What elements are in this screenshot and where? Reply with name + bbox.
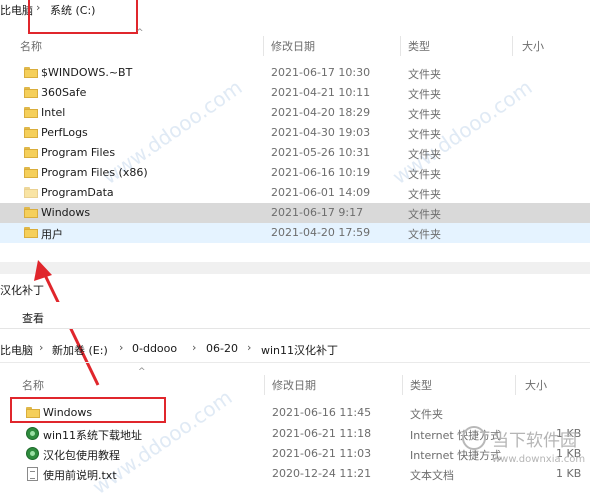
file-type: 文件夹 (408, 228, 441, 241)
column-header-date[interactable]: 修改日期 (272, 377, 316, 393)
file-row[interactable]: ProgramData 2021-06-01 14:09 文件夹 (0, 183, 590, 203)
sort-ascending-icon: ^ (138, 367, 146, 377)
file-name: Intel (41, 106, 66, 119)
folder-icon (24, 187, 38, 198)
column-divider (400, 36, 401, 56)
breadcrumb-folder[interactable]: 0-ddooo (132, 342, 177, 355)
column-header-name[interactable]: 名称 (20, 38, 42, 54)
file-date: 2021-06-21 11:18 (272, 427, 372, 440)
folder-icon (24, 147, 38, 158)
internet-shortcut-icon (26, 427, 39, 440)
internet-shortcut-icon (26, 447, 39, 460)
file-type: 文本文档 (410, 469, 454, 482)
column-divider (512, 36, 513, 56)
watermark-logo: 当下软件园 www.downxia.com (462, 424, 588, 472)
watermark-logo-icon (462, 426, 486, 450)
folder-icon (24, 87, 38, 98)
file-row-hover[interactable]: 用户 2021-04-20 17:59 文件夹 (0, 223, 590, 243)
folder-icon (24, 107, 38, 118)
file-type: 文件夹 (408, 148, 441, 161)
file-type: 文件夹 (408, 168, 441, 181)
file-date: 2021-04-20 18:29 (271, 106, 371, 119)
column-header-type[interactable]: 类型 (410, 377, 432, 393)
watermark-site-name: 当下软件园 (492, 431, 577, 451)
file-type: 文件夹 (410, 408, 443, 421)
file-date: 2021-04-30 19:03 (271, 126, 371, 139)
folder-icon (24, 207, 38, 218)
file-row[interactable]: $WINDOWS.~BT 2021-06-17 10:30 文件夹 (0, 63, 590, 83)
file-type: 文件夹 (408, 88, 441, 101)
file-date: 2020-12-24 11:21 (272, 467, 372, 480)
text-file-icon (27, 467, 38, 481)
column-header-date[interactable]: 修改日期 (271, 38, 315, 54)
chevron-right-icon: › (192, 341, 197, 354)
file-name: ProgramData (41, 186, 114, 199)
file-name: Windows (41, 206, 91, 219)
file-date: 2021-06-21 11:03 (272, 447, 372, 460)
bottom-column-header: ^ 名称 修改日期 类型 大小 (0, 367, 590, 395)
file-row[interactable]: Program Files 2021-05-26 10:31 文件夹 (0, 143, 590, 163)
bottom-address-bar[interactable]: 比电脑 › 新加卷 (E:) › 0-ddooo › 06-20 › win11… (0, 338, 590, 363)
file-name: PerfLogs (41, 126, 88, 139)
file-row[interactable]: 360Safe 2021-04-21 10:11 文件夹 (0, 83, 590, 103)
file-date: 2021-04-21 10:11 (271, 86, 371, 99)
folder-icon (24, 127, 38, 138)
annotation-box-windows-folder (10, 397, 166, 423)
top-column-header: ^ 名称 修改日期 类型 大小 (0, 28, 590, 56)
bottom-ribbon: 查看 (0, 302, 590, 329)
watermark-url: www.downxia.com (492, 454, 586, 465)
file-name: 用户 (41, 228, 63, 241)
column-header-name[interactable]: 名称 (22, 377, 44, 393)
file-date: 2021-06-16 10:19 (271, 166, 371, 179)
file-date: 2021-06-01 14:09 (271, 186, 371, 199)
file-date: 2021-05-26 10:31 (271, 146, 371, 159)
chevron-right-icon: › (247, 341, 252, 354)
file-date: 2021-04-20 17:59 (271, 226, 371, 239)
file-name: Program Files (x86) (41, 166, 148, 179)
folder-icon (24, 167, 38, 178)
file-name: $WINDOWS.~BT (41, 66, 133, 79)
ribbon-tab-view[interactable]: 查看 (22, 310, 44, 326)
column-divider (515, 375, 516, 395)
breadcrumb-folder[interactable]: 06-20 (206, 342, 238, 355)
file-name: 汉化包使用教程 (43, 449, 120, 462)
breadcrumb-this-pc[interactable]: 比电脑 (0, 342, 33, 358)
file-name: 使用前说明.txt (43, 469, 117, 482)
file-date: 2021-06-16 11:45 (272, 406, 372, 419)
folder-icon (24, 227, 38, 238)
file-row[interactable]: Intel 2021-04-20 18:29 文件夹 (0, 103, 590, 123)
file-name: win11系统下载地址 (43, 429, 143, 442)
sort-ascending-icon: ^ (136, 28, 144, 38)
annotation-box-c-drive (28, 0, 138, 34)
chevron-right-icon: › (119, 341, 124, 354)
file-row[interactable]: PerfLogs 2021-04-30 19:03 文件夹 (0, 123, 590, 143)
file-row-selected[interactable]: Windows 2021-06-17 9:17 文件夹 (0, 203, 590, 223)
chevron-right-icon: › (39, 341, 44, 354)
column-divider (263, 36, 264, 56)
folder-icon (24, 67, 38, 78)
file-type: 文件夹 (408, 128, 441, 141)
file-name: Program Files (41, 146, 116, 159)
column-divider (402, 375, 403, 395)
bottom-window-title: 汉化补丁 (0, 284, 44, 297)
file-type: 文件夹 (408, 208, 441, 221)
file-name: 360Safe (41, 86, 87, 99)
column-divider (264, 375, 265, 395)
column-header-size[interactable]: 大小 (525, 377, 547, 393)
file-type: 文件夹 (408, 68, 441, 81)
breadcrumb-current[interactable]: win11汉化补丁 (261, 342, 338, 358)
file-date: 2021-06-17 10:30 (271, 66, 371, 79)
column-header-type[interactable]: 类型 (408, 38, 430, 54)
file-type: 文件夹 (408, 108, 441, 121)
file-type: 文件夹 (408, 188, 441, 201)
breadcrumb-drive-e[interactable]: 新加卷 (E:) (52, 342, 108, 358)
column-header-size[interactable]: 大小 (522, 38, 544, 54)
file-row[interactable]: Program Files (x86) 2021-06-16 10:19 文件夹 (0, 163, 590, 183)
file-date: 2021-06-17 9:17 (271, 206, 364, 219)
